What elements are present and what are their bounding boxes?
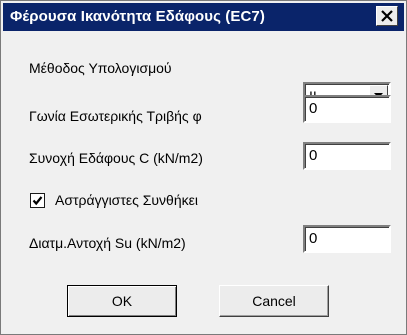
undrained-checkbox[interactable] [30,193,45,208]
close-icon [381,10,393,22]
method-label: Μέθοδος Υπολογισμού [29,60,172,76]
friction-angle-label: Γωνία Εσωτερικής Τριβής φ [29,108,202,124]
undrained-label[interactable]: Αστράγγιστες Συνθήκει [55,192,255,208]
cancel-button[interactable]: Cancel [219,285,329,317]
ok-button-label: OK [111,293,133,309]
checkmark-icon [32,196,43,206]
cancel-button-label: Cancel [252,293,296,309]
title-bar[interactable]: Φέρουσα Ικανότητα Εδάφους (EC7) [3,3,404,31]
dialog-window: Φέρουσα Ικανότητα Εδάφους (EC7) Μέθοδος … [0,0,407,335]
undrained-strength-input[interactable]: 0 [303,225,391,253]
dialog-body: Μέθοδος Υπολογισμού II Γωνία Εσωτερικής … [3,31,404,332]
undrained-strength-label: Διατμ.Αντοχή Su (kN/m2) [29,235,186,251]
window-title: Φέρουσα Ικανότητα Εδάφους (EC7) [10,8,265,25]
close-button[interactable] [376,6,398,26]
cohesion-input[interactable]: 0 [303,142,391,170]
friction-angle-input[interactable]: 0 [303,95,391,123]
ok-button[interactable]: OK [67,285,177,317]
cohesion-label: Συνοχή Εδάφους C (kN/m2) [29,150,203,166]
